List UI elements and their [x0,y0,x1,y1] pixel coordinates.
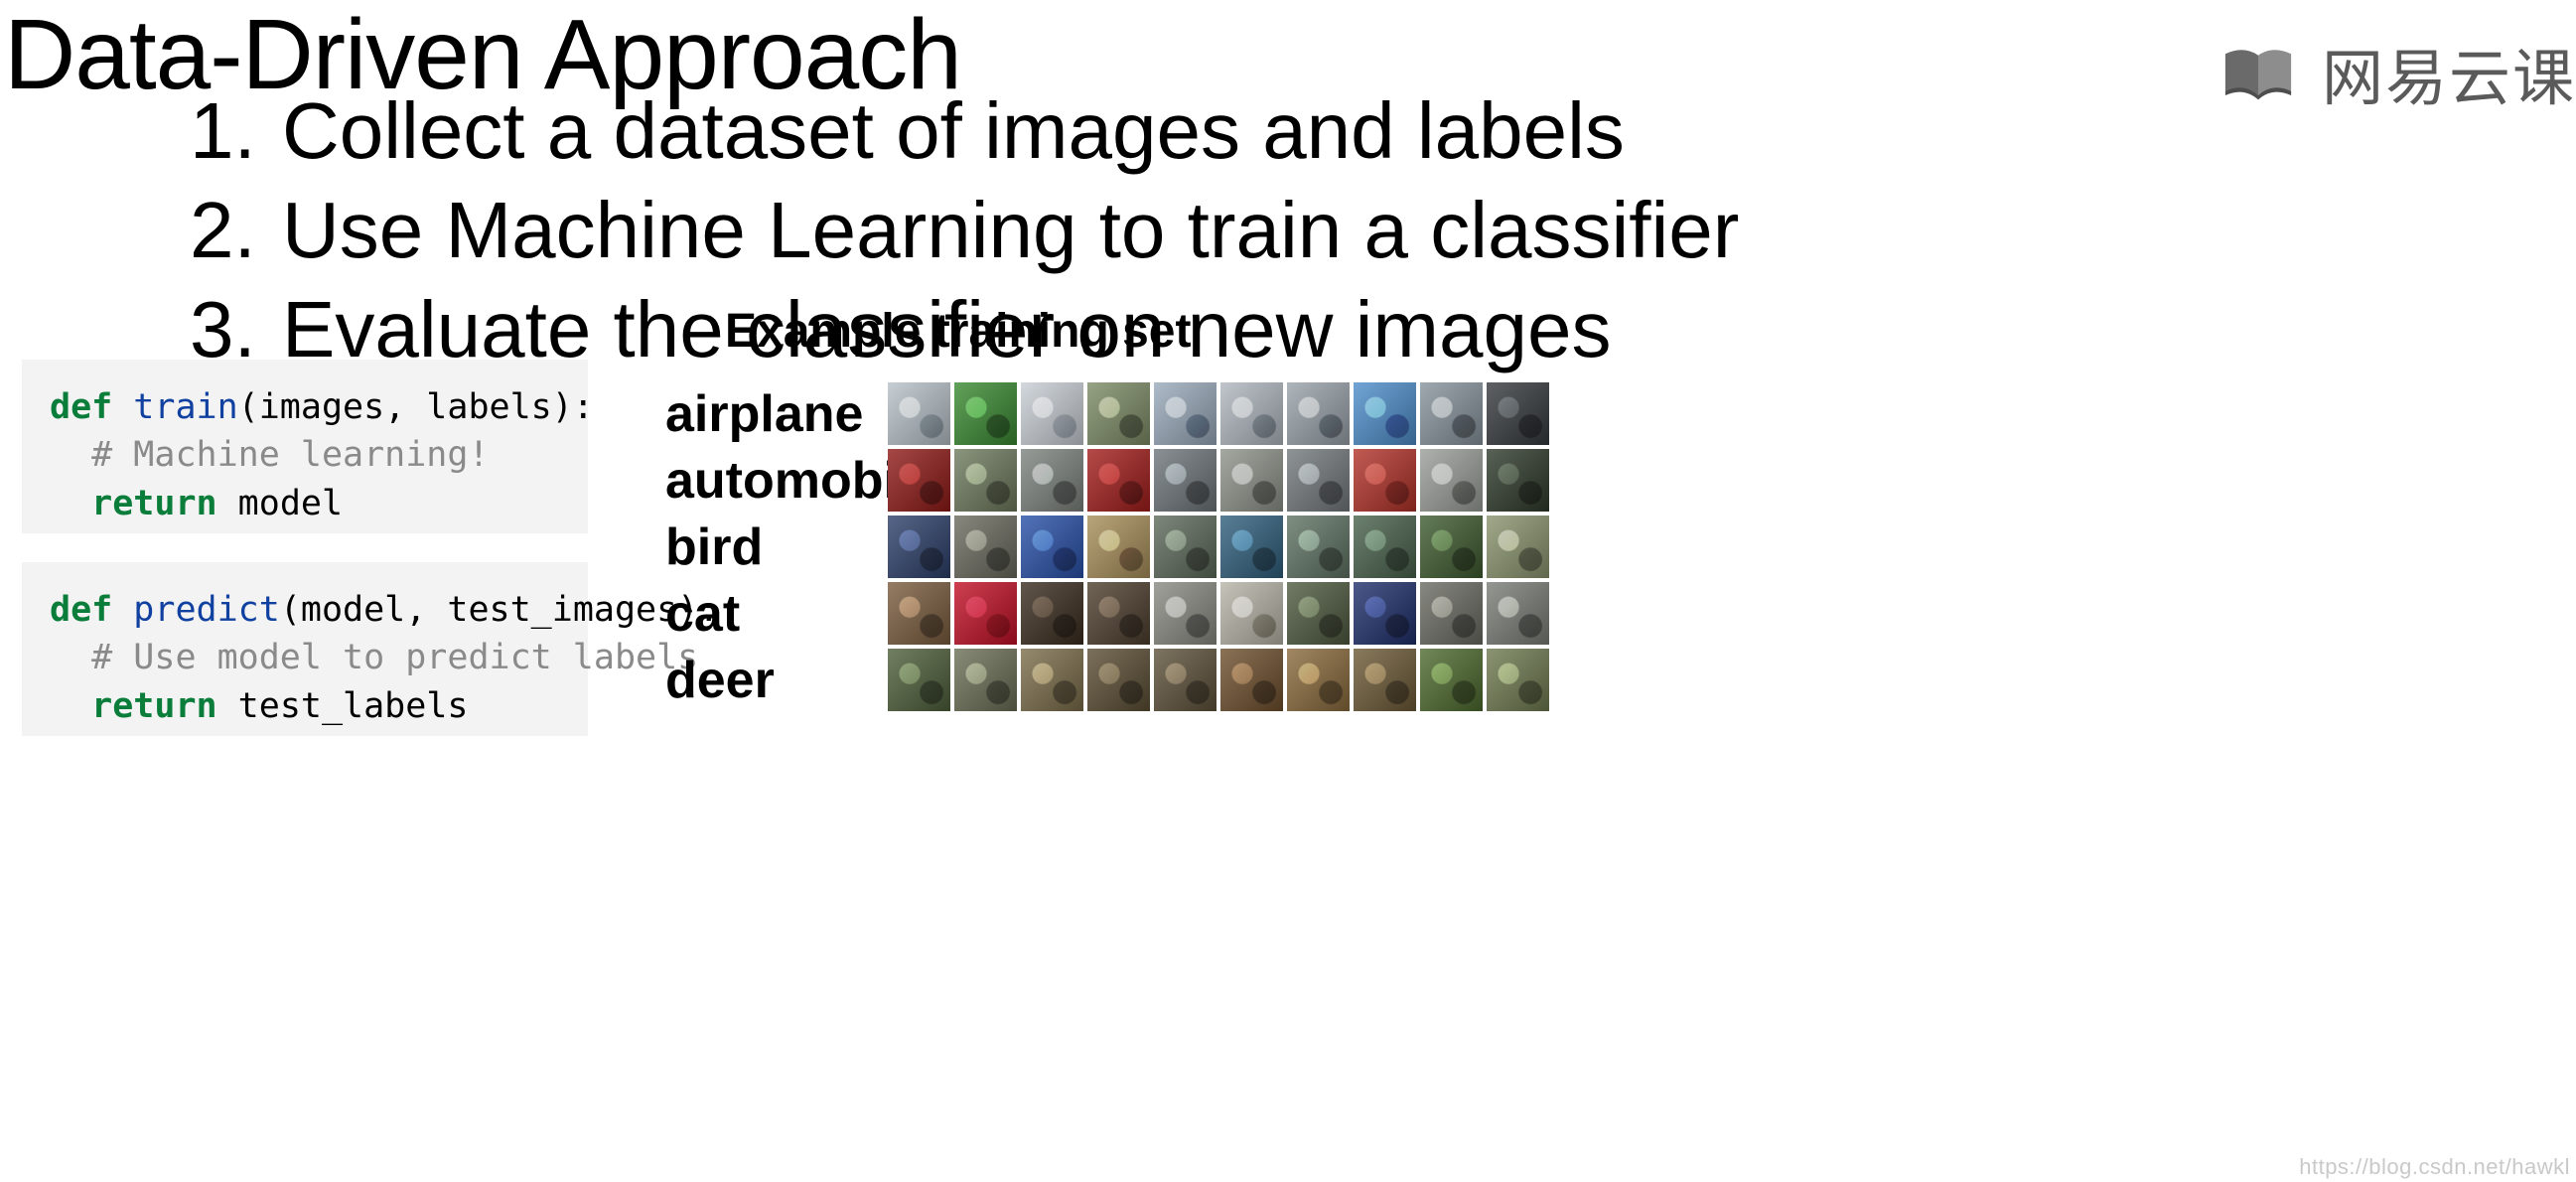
thumbnail [1487,516,1549,578]
thumbnail [1154,582,1216,645]
fn-predict: predict [133,590,280,630]
class-label-bird: bird [665,517,886,577]
thumbnail [1220,582,1283,645]
thumbnail [1154,516,1216,578]
thumbnail [1021,382,1083,445]
thumbnail [1287,649,1350,711]
thumbnail [888,449,950,512]
thumbnail [1354,649,1416,711]
fn-train: train [133,387,237,427]
thumbnail [954,582,1017,645]
thumbnail [1220,516,1283,578]
return-predict: test_labels [238,686,469,726]
thumbnail [1154,382,1216,445]
brand-watermark: 网易云课 [2222,28,2576,117]
return-train: model [238,484,343,523]
class-label-automobile: automobile [665,451,886,511]
thumbnail [1220,649,1283,711]
thumbnail [1487,382,1549,445]
thumbnail [1021,516,1083,578]
thumbnail [1287,449,1350,512]
class-label-airplane: airplane [665,384,886,444]
thumbnail [1021,449,1083,512]
thumbnail [954,516,1017,578]
book-icon [2222,44,2294,101]
thumbnail [1087,649,1150,711]
brand-text: 网易云课 [2322,28,2576,117]
thumbnail [1487,649,1549,711]
args-predict: (model, test_images): [280,590,720,630]
thumbnail [1154,649,1216,711]
thumbnail [1354,516,1416,578]
thumbnail [1087,516,1150,578]
grid-row-airplane: airplane [665,380,1551,447]
keyword-return: return [91,484,216,523]
thumbnail [954,382,1017,445]
grid-row-cat: cat [665,580,1551,647]
thumbnail [888,582,950,645]
class-label-deer: deer [665,651,886,710]
code-train-block: def train(images, labels): # Machine lea… [22,360,588,533]
thumbnail [954,449,1017,512]
thumbnail [1354,449,1416,512]
args-train: (images, labels): [238,387,594,427]
thumbnail [1154,449,1216,512]
keyword-def: def [50,387,112,427]
keyword-def: def [50,590,112,630]
thumbnail [1487,582,1549,645]
thumbnail [1354,382,1416,445]
thumbnail [1420,449,1483,512]
comment-train: # Machine learning! [91,435,489,475]
thumbnail [1220,382,1283,445]
thumbnail [1287,582,1350,645]
thumbnail [1087,382,1150,445]
thumbnail [1087,582,1150,645]
thumbnail [1420,582,1483,645]
keyword-return: return [91,686,216,726]
step-2: Use Machine Learning to train a classifi… [278,181,1739,280]
thumbnail [1220,449,1283,512]
thumbnail [1021,582,1083,645]
thumbnail [888,382,950,445]
code-predict-block: def predict(model, test_images): # Use m… [22,562,588,736]
thumbnail [1420,382,1483,445]
class-label-cat: cat [665,584,886,644]
thumbnail [1287,516,1350,578]
grid-row-deer: deer [665,647,1551,713]
thumbnail [888,516,950,578]
thumbnail [1420,649,1483,711]
footer-watermark: https://blog.csdn.net/hawkl [2299,1154,2570,1180]
thumbnail [954,649,1017,711]
thumbnail [1021,649,1083,711]
example-training-set-heading: Example training set [725,304,1191,359]
comment-predict: # Use model to predict labels [91,638,698,677]
thumbnail [1487,449,1549,512]
grid-row-bird: bird [665,514,1551,580]
thumbnail [1287,382,1350,445]
thumbnail [1087,449,1150,512]
step-1: Collect a dataset of images and labels [278,81,1739,181]
grid-row-automobile: automobile [665,447,1551,514]
thumbnail [888,649,950,711]
thumbnail [1420,516,1483,578]
thumbnail [1354,582,1416,645]
training-set-grid: airplane automobile bird cat deer [665,380,1551,713]
